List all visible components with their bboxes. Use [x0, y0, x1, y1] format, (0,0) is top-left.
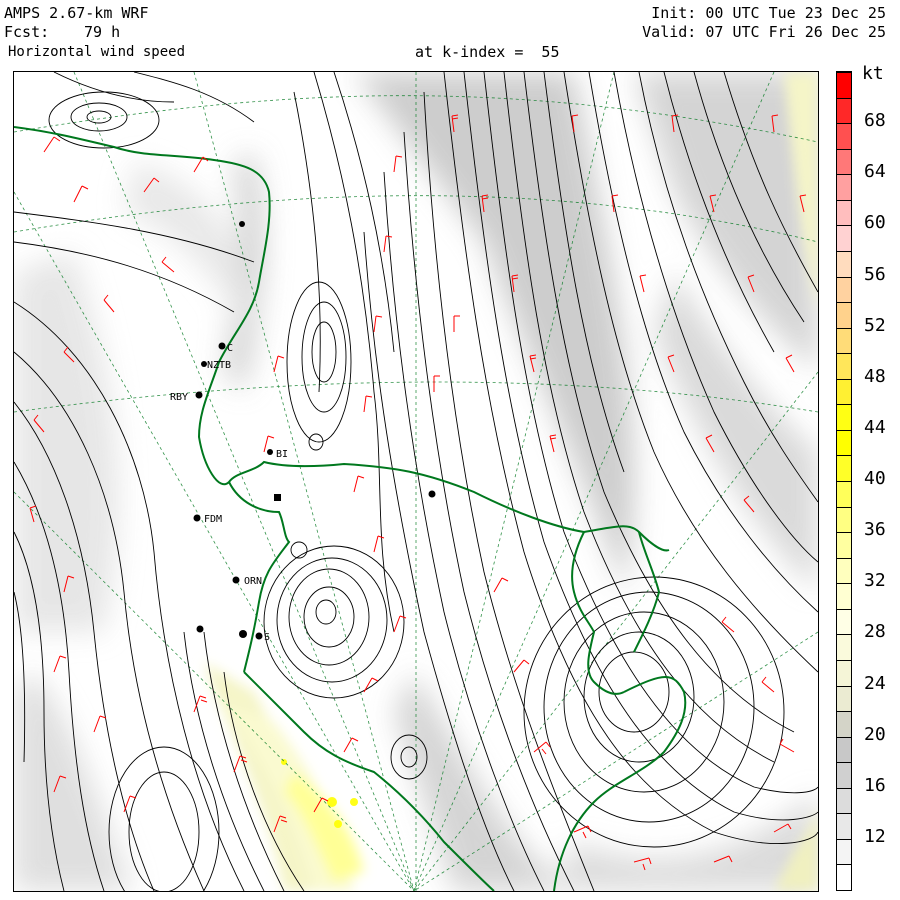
station-dot	[218, 342, 226, 350]
colorbar-segment	[837, 557, 851, 584]
station-labels: C NZTB RBY BI FDM ORN S	[170, 343, 288, 643]
station-label-c: C	[227, 343, 233, 354]
colorbar-segment	[837, 659, 851, 686]
colorbar-label: 44	[864, 416, 886, 438]
colorbar-segment	[837, 711, 851, 737]
colorbar-label: 28	[864, 621, 886, 643]
colorbar-segment	[837, 813, 851, 839]
forecast-label: Fcst:	[4, 23, 50, 41]
colorbar-segment	[837, 378, 851, 405]
colorbar-label: 56	[864, 263, 886, 285]
colorbar-label: 64	[864, 161, 886, 183]
colorbar-segment	[837, 864, 851, 890]
colorbar-segment	[837, 481, 851, 507]
colorbar-segment	[837, 123, 851, 149]
colorbar-segment	[837, 787, 851, 814]
map-canvas: C NZTB RBY BI FDM ORN S	[14, 72, 818, 891]
wind-map[interactable]: C NZTB RBY BI FDM ORN S	[13, 71, 819, 892]
forecast-hour: 79 h	[84, 23, 121, 41]
colorbar-segment	[837, 685, 851, 712]
init-time: Init: 00 UTC Tue 23 Dec 25	[651, 4, 886, 22]
station-label-orn: ORN	[244, 576, 262, 587]
station-square	[274, 494, 281, 501]
colorbar-segment	[837, 199, 851, 226]
station-label-rby: RBY	[170, 392, 188, 403]
colorbar-segment	[837, 72, 851, 98]
colorbar	[836, 71, 852, 891]
station-dot	[193, 514, 201, 522]
station-dot	[428, 490, 436, 498]
colorbar-label: 60	[864, 212, 886, 234]
station-dot	[196, 625, 204, 633]
station-label-s: S	[264, 632, 270, 643]
colorbar-label: 20	[864, 723, 886, 745]
colorbar-label: 68	[864, 110, 886, 132]
colorbar-label: 40	[864, 468, 886, 489]
colorbar-segment	[837, 762, 851, 788]
colorbar-segment	[837, 327, 851, 354]
colorbar-segment	[837, 353, 851, 379]
colorbar-label: 24	[864, 672, 886, 694]
colorbar-segment	[837, 302, 851, 328]
colorbar-segment	[837, 276, 851, 303]
level-label: at k-index = 55	[415, 43, 560, 61]
valid-time: Valid: 07 UTC Fri 26 Dec 25	[642, 23, 886, 41]
colorbar-segment	[837, 225, 851, 251]
model-title: AMPS 2.67-km WRF	[4, 4, 149, 22]
colorbar-segment	[837, 736, 851, 763]
station-label-nztb: NZTB	[207, 360, 231, 371]
colorbar-label: 48	[864, 365, 886, 387]
station-dot	[239, 630, 247, 638]
station-dot	[255, 632, 263, 640]
colorbar-label: 36	[864, 519, 886, 541]
colorbar-label: 12	[864, 825, 886, 847]
station-dot	[195, 391, 203, 399]
station-dot	[232, 576, 240, 584]
colorbar-segment	[837, 429, 851, 456]
colorbar-segment	[837, 583, 851, 609]
station-label-fdm: FDM	[204, 514, 222, 525]
colorbar-segment	[837, 148, 851, 175]
colorbar-segment	[837, 97, 851, 124]
colorbar-segment	[837, 404, 851, 430]
colorbar-segment	[837, 506, 851, 533]
colorbar-segment	[837, 532, 851, 558]
station-label-bi: BI	[276, 449, 288, 460]
colorbar-label: 32	[864, 570, 886, 592]
colorbar-segment	[837, 250, 851, 277]
colorbar-label: 16	[864, 774, 886, 796]
colorbar-label: 52	[864, 314, 886, 336]
colorbar-segment	[837, 174, 851, 200]
station-dot	[239, 221, 245, 227]
colorbar-unit: kt	[862, 63, 884, 84]
colorbar-segment	[837, 608, 851, 635]
station-dot	[267, 449, 273, 455]
colorbar-segment	[837, 838, 851, 865]
colorbar-segment	[837, 634, 851, 660]
colorbar-segment	[837, 455, 851, 481]
field-name: Horizontal wind speed	[8, 44, 186, 60]
